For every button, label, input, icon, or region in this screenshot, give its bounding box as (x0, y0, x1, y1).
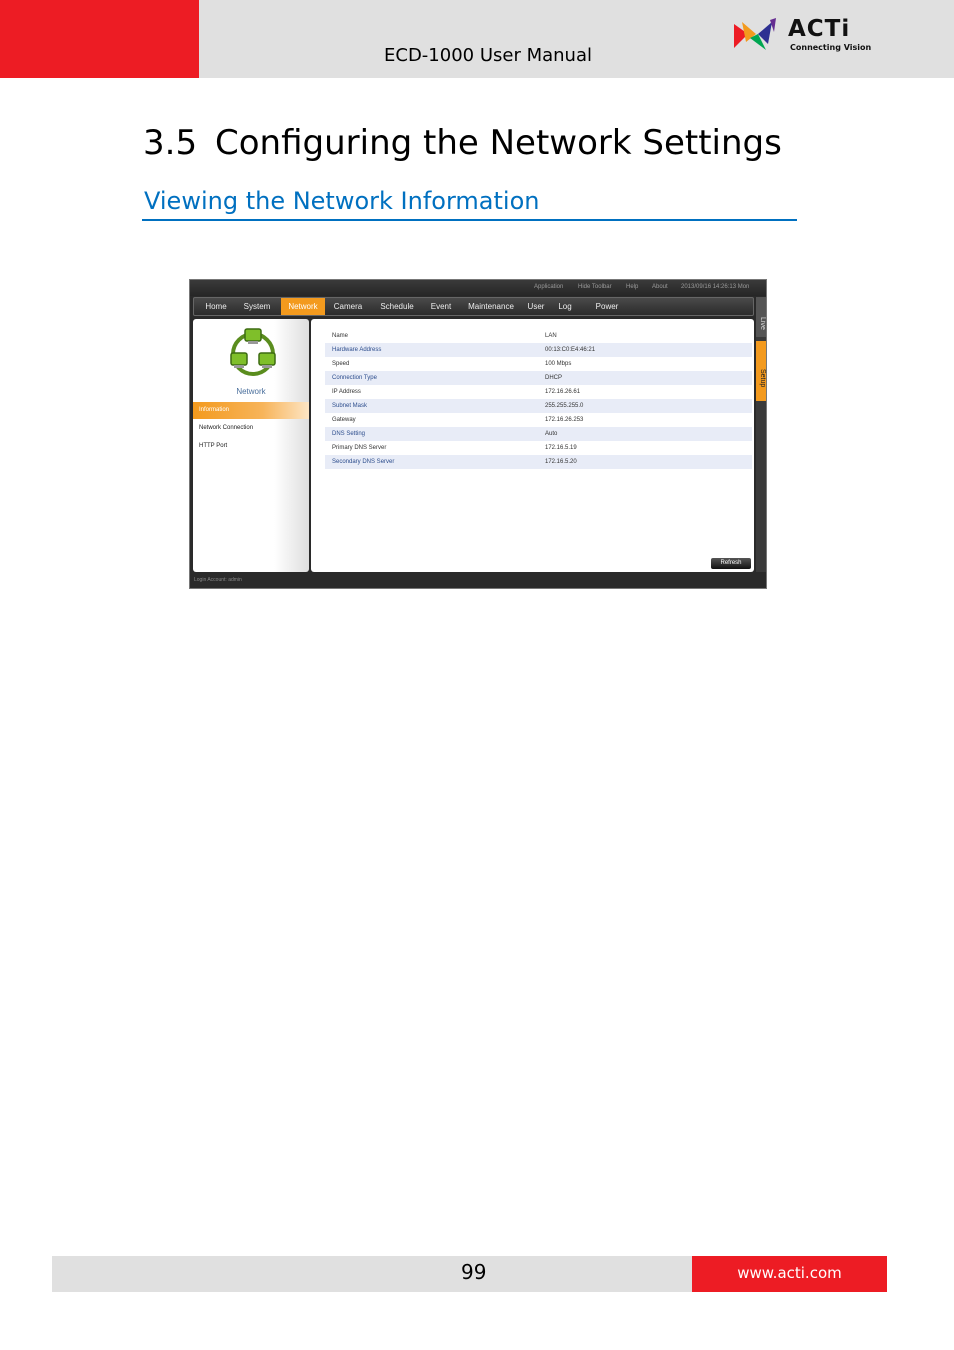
subheading: Viewing the Network Information (144, 187, 540, 215)
info-key: DNS Setting (332, 431, 366, 437)
info-key: Subnet Mask (332, 403, 368, 409)
main-nav: Home System Network Camera Schedule Even… (193, 297, 754, 316)
info-value: 172.16.26.253 (545, 417, 584, 423)
nav-camera[interactable]: Camera (330, 298, 366, 315)
info-row: Speed 100 Mbps (325, 357, 752, 371)
toolbar-datetime: 2013/09/16 14:26:13 Mon (681, 284, 750, 290)
info-row: Connection Type DHCP (325, 371, 752, 385)
nav-user[interactable]: User (524, 298, 548, 315)
logo-tagline: Connecting Vision (790, 43, 872, 52)
login-status: Login Account: admin (194, 577, 242, 583)
info-row: Secondary DNS Server 172.16.5.20 (325, 455, 752, 469)
nav-event[interactable]: Event (426, 298, 456, 315)
refresh-button[interactable]: Refresh (711, 558, 751, 569)
info-key: Speed (332, 361, 350, 367)
left-panel: Network Information Network Connection H… (193, 319, 309, 572)
top-toolbar: Application Hide Toolbar Help About 2013… (190, 280, 766, 296)
menu-item-network-connection[interactable]: Network Connection (193, 420, 309, 437)
info-value: DHCP (545, 375, 563, 381)
page-number: 99 (461, 1260, 487, 1284)
info-key: Gateway (332, 417, 356, 423)
info-key: Hardware Address (332, 347, 382, 353)
nav-system[interactable]: System (238, 298, 276, 315)
status-bar: Login Account: admin (190, 574, 766, 588)
nav-maintenance[interactable]: Maintenance (464, 298, 518, 315)
subheading-rule (142, 219, 797, 221)
network-icon (230, 328, 276, 376)
nav-home[interactable]: Home (198, 298, 234, 315)
info-value: 172.16.5.20 (545, 459, 577, 465)
info-value: 00:13:C0:E4:46:21 (545, 347, 596, 353)
footer-bar (52, 1256, 692, 1292)
section-number: 3.5 (143, 123, 198, 163)
info-value: 172.16.26.61 (545, 389, 581, 395)
nav-network[interactable]: Network (281, 298, 325, 315)
nav-log[interactable]: Log (556, 298, 574, 315)
section-heading: 3.5 Configuring the Network Settings (143, 123, 782, 163)
toolbar-help[interactable]: Help (626, 284, 638, 290)
nav-schedule[interactable]: Schedule (377, 298, 417, 315)
acti-logo: ACTi Connecting Vision (732, 16, 872, 56)
toolbar-hide-toolbar[interactable]: Hide Toolbar (578, 284, 612, 290)
header-red-block (0, 0, 199, 78)
info-key: Connection Type (332, 375, 377, 381)
info-value: Auto (545, 431, 558, 437)
panel-title: Network (236, 387, 266, 396)
info-row: Primary DNS Server 172.16.5.19 (325, 441, 752, 455)
info-value: LAN (545, 333, 557, 339)
info-value: 100 Mbps (545, 361, 572, 367)
info-row: Hardware Address 00:13:C0:E4:46:21 (325, 343, 752, 357)
info-value: 172.16.5.19 (545, 445, 577, 451)
info-row: Subnet Mask 255.255.255.0 (325, 399, 752, 413)
toolbar-application[interactable]: Application (534, 284, 563, 290)
nav-power[interactable]: Power (592, 298, 622, 315)
logo-name: ACTi (788, 16, 851, 42)
main-panel: Name LAN Hardware Address 00:13:C0:E4:46:2… (311, 319, 754, 572)
acti-logo-icon (734, 18, 776, 50)
network-info-screenshot: Application Hide Toolbar Help About 2013… (189, 279, 767, 589)
info-key: Secondary DNS Server (332, 459, 395, 465)
document-title: ECD-1000 User Manual (384, 45, 592, 66)
info-key: Primary DNS Server (332, 445, 387, 451)
menu-item-information[interactable]: Information (193, 402, 309, 419)
menu-item-http-port[interactable]: HTTP Port (193, 438, 309, 455)
info-value: 255.255.255.0 (545, 403, 584, 409)
info-row: Name LAN (325, 329, 752, 343)
info-key: IP Address (332, 389, 361, 395)
info-row: Gateway 172.16.26.253 (325, 413, 752, 427)
info-row: IP Address 172.16.26.61 (325, 385, 752, 399)
section-title: Configuring the Network Settings (215, 123, 782, 163)
side-tabs: Live Setup (756, 297, 766, 572)
info-row: DNS Setting Auto (325, 427, 752, 441)
footer-url[interactable]: www.acti.com (692, 1264, 887, 1282)
info-key: Name (332, 333, 349, 339)
tab-live[interactable]: Live (756, 297, 766, 337)
tab-setup[interactable]: Setup (756, 341, 766, 401)
toolbar-about[interactable]: About (652, 284, 668, 290)
